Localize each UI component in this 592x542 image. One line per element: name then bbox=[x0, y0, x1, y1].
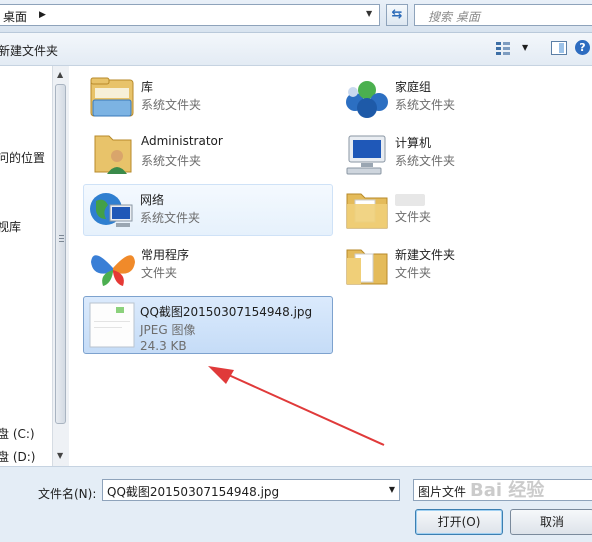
watermark-logo: Bai 经验 bbox=[470, 480, 545, 501]
chevron-down-icon[interactable]: ▼ bbox=[389, 485, 395, 494]
file-type-value[interactable]: 图片文件 bbox=[418, 483, 466, 500]
file-name-field[interactable]: QQ截图20150307154948.jpg ▼ bbox=[102, 479, 400, 501]
cancel-button[interactable]: 取消 bbox=[510, 509, 592, 535]
open-button[interactable]: 打开(O) bbox=[415, 509, 503, 535]
annotation-arrow bbox=[208, 366, 385, 446]
file-name-value[interactable]: QQ截图20150307154948.jpg bbox=[107, 483, 279, 500]
file-name-label: 文件名(N): bbox=[38, 487, 97, 501]
